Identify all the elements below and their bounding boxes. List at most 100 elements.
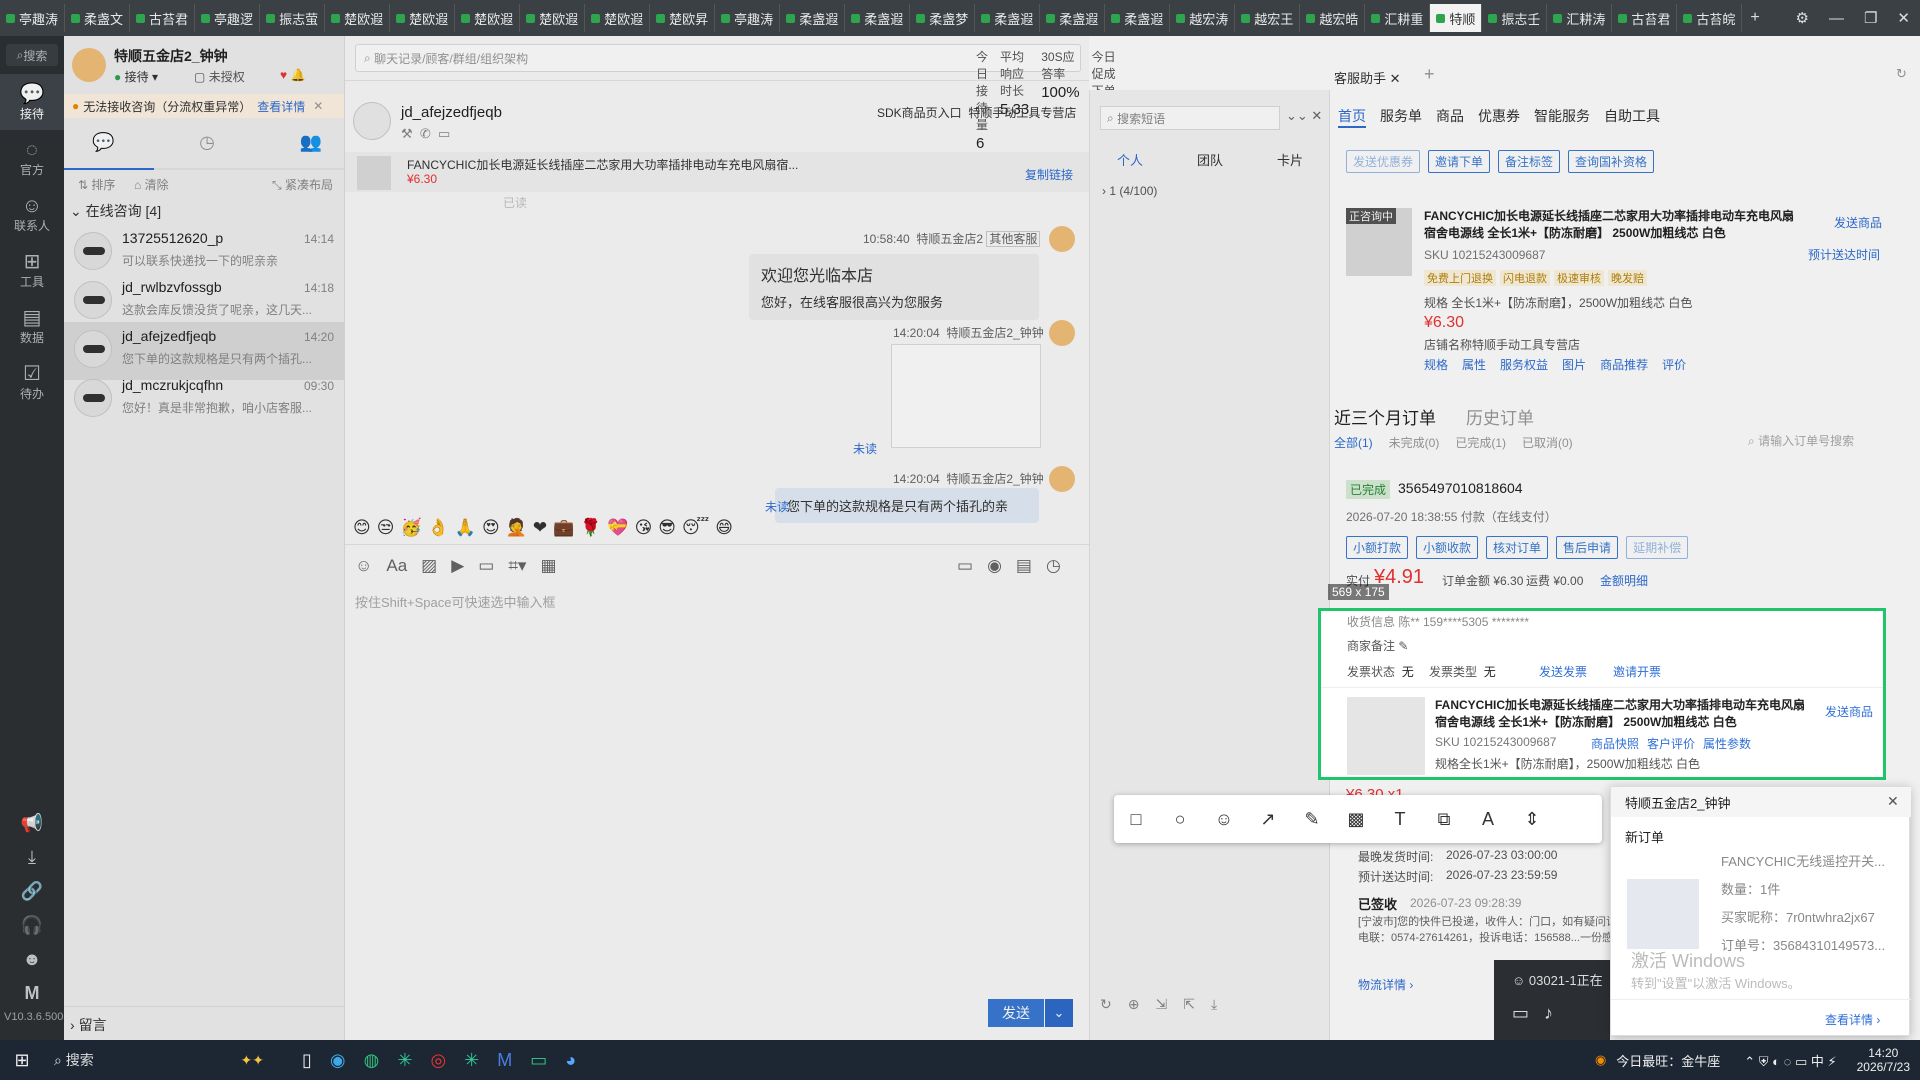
send-invoice-link[interactable]: 发送发票: [1539, 663, 1587, 680]
export-icon[interactable]: ⇱: [1183, 996, 1195, 1013]
taskbar-search[interactable]: ⌕ 搜索 ✦✦: [44, 1040, 274, 1080]
task-view-icon[interactable]: ▯: [302, 1050, 312, 1071]
image-icon[interactable]: ▨: [421, 556, 437, 576]
auth-status[interactable]: ▢ 未授权: [194, 68, 245, 85]
nav-item-data[interactable]: ▤ 数据: [0, 298, 64, 354]
emoji-icon[interactable]: ☺: [1202, 809, 1246, 830]
settings-icon[interactable]: ⚙: [1796, 9, 1809, 27]
assistant-nav-4[interactable]: 智能服务: [1534, 106, 1590, 128]
tab-card[interactable]: 卡片: [1277, 150, 1303, 169]
invite-invoice-link[interactable]: 邀请开票: [1613, 663, 1661, 680]
note-icon[interactable]: ▭: [438, 126, 450, 141]
import-icon[interactable]: ⇲: [1155, 996, 1167, 1013]
window-tab[interactable]: 特顺: [1430, 4, 1483, 32]
close-icon[interactable]: ✕: [1887, 793, 1899, 810]
copy-link-button[interactable]: 复制链接: [1025, 166, 1073, 183]
product-link[interactable]: 图片: [1562, 356, 1586, 373]
screenshot-selection[interactable]: 收货信息 陈** 159****5305 ******** 商家备注 ✎ 发票状…: [1318, 608, 1886, 780]
mosaic-icon[interactable]: ▩: [1334, 809, 1378, 830]
warning-detail-link[interactable]: 查看详情: [257, 98, 305, 115]
phrase-search-input[interactable]: ⌕ 搜索短语: [1100, 106, 1280, 130]
send-button[interactable]: 发送: [988, 999, 1044, 1027]
restore-icon[interactable]: ❐: [1864, 9, 1877, 27]
window-tab[interactable]: 柔盏梦: [910, 4, 976, 32]
clear-button[interactable]: ⌂ 清除: [134, 176, 169, 193]
window-tab[interactable]: 楚欧遐: [455, 4, 521, 32]
window-tab[interactable]: 越宏王: [1235, 4, 1301, 32]
assistant-action-button[interactable]: 邀请下单: [1428, 150, 1491, 173]
scroll-capture-icon[interactable]: ⇕: [1510, 809, 1554, 830]
send-product-button[interactable]: 发送商品: [1834, 214, 1882, 231]
window-tab[interactable]: 楚欧遐: [325, 4, 391, 32]
order-product-link[interactable]: 属性参数: [1703, 735, 1751, 752]
camera-icon[interactable]: ◉: [987, 556, 1002, 576]
folder-icon[interactable]: ▭: [478, 556, 494, 576]
new-tab-icon[interactable]: +: [1742, 9, 1767, 27]
order-product-link[interactable]: 客户评价: [1647, 735, 1695, 752]
window-tab[interactable]: 楚欧遐: [390, 4, 456, 32]
assistant-action-button[interactable]: 备注标签: [1498, 150, 1561, 173]
window-tab[interactable]: 亭趣逻: [195, 4, 261, 32]
window-tab[interactable]: 越宏涛: [1170, 4, 1236, 32]
window-tab[interactable]: 柔盏文: [65, 4, 131, 32]
compact-layout-button[interactable]: ⤡ 紧凑布局: [272, 176, 333, 193]
app-m-icon[interactable]: M: [497, 1050, 512, 1071]
order-action-button[interactable]: 售后申请: [1556, 536, 1619, 559]
table-icon[interactable]: ▦: [540, 556, 556, 576]
leave-message-group[interactable]: › 留言: [64, 1006, 344, 1043]
history-orders-tab[interactable]: 历史订单: [1466, 404, 1534, 429]
status-select[interactable]: ● 接待 ▾: [114, 68, 158, 85]
nav-item-tools[interactable]: ⊞ 工具: [0, 242, 64, 298]
refresh-icon[interactable]: ↻: [1100, 996, 1112, 1013]
chat-app-icon[interactable]: ▭: [530, 1050, 547, 1071]
close-warning-icon[interactable]: ✕: [313, 99, 323, 113]
order-filter[interactable]: 全部(1): [1334, 434, 1373, 451]
assistant-nav-2[interactable]: 商品: [1436, 106, 1464, 128]
online-group-header[interactable]: ⌄ 在线咨询 [4]: [70, 201, 161, 221]
megaphone-icon[interactable]: 📢: [0, 806, 64, 840]
close-icon[interactable]: ✕: [1897, 9, 1910, 27]
window-tab[interactable]: 古苔皖: [1677, 4, 1743, 32]
app-red-icon[interactable]: ◎: [430, 1050, 446, 1071]
nav-search[interactable]: ⌕ 搜索: [6, 44, 58, 66]
chat-icon[interactable]: ▭: [1512, 1003, 1529, 1023]
assistant-nav-5[interactable]: 自助工具: [1604, 106, 1660, 128]
message-input[interactable]: 按住Shift+Space可快速选中输入框: [355, 592, 555, 611]
nav-item-reception[interactable]: 💬 接待: [0, 74, 64, 130]
order-filter[interactable]: 已取消(0): [1522, 434, 1573, 451]
window-tab[interactable]: 汇耕涛: [1547, 4, 1613, 32]
order-action-button[interactable]: 核对订单: [1486, 536, 1549, 559]
nav-item-todo[interactable]: ☑ 待办: [0, 354, 64, 410]
assistant-action-button[interactable]: 发送优惠券: [1346, 150, 1421, 173]
product-link[interactable]: 服务权益: [1500, 356, 1548, 373]
taskbar-clock[interactable]: 14:20 2026/7/23: [1857, 1046, 1910, 1074]
collapse-icon[interactable]: ⌄⌄ ✕: [1286, 108, 1322, 124]
doc-icon[interactable]: ▭: [957, 556, 973, 576]
window-tab[interactable]: 柔盏遐: [975, 4, 1041, 32]
link-icon[interactable]: 🔗: [0, 874, 64, 908]
comment-icon[interactable]: ▤: [1016, 556, 1032, 576]
emoji-bar[interactable]: 😊😒🥳👌🙏😍🤦❤💼🌹💝😘😎😴😄: [353, 518, 739, 538]
refresh-icon[interactable]: ↻: [1896, 66, 1907, 82]
window-tab[interactable]: 越宏皓: [1300, 4, 1366, 32]
jd-app-icon[interactable]: ◕: [565, 1050, 576, 1071]
window-tab[interactable]: 楚欧遐: [585, 4, 651, 32]
screenshot-image[interactable]: [891, 344, 1041, 448]
font-icon[interactable]: Aa: [386, 556, 407, 576]
crop-icon[interactable]: ⌗▾: [508, 556, 526, 576]
group-tab-icon[interactable]: 👥: [300, 132, 322, 153]
text-icon[interactable]: T: [1378, 809, 1422, 830]
order-filter[interactable]: 未完成(0): [1389, 434, 1440, 451]
ocr-icon[interactable]: A: [1466, 809, 1510, 830]
chat-tab-icon[interactable]: 💬: [92, 132, 114, 153]
phone-icon[interactable]: ✆: [420, 126, 431, 141]
window-tab[interactable]: 楚欧昇: [650, 4, 716, 32]
nav-item-contacts[interactable]: ☺ 联系人: [0, 186, 64, 242]
assistant-tab[interactable]: 客服助手 ✕: [1334, 68, 1401, 87]
emoji-icon[interactable]: ☺: [355, 556, 372, 576]
estimate-link[interactable]: 预计送达时间: [1808, 246, 1880, 263]
order-action-button[interactable]: 小额收款: [1416, 536, 1479, 559]
arrow-icon[interactable]: ↗: [1246, 809, 1290, 830]
window-tab[interactable]: 柔盏遐: [1105, 4, 1171, 32]
window-tab[interactable]: 古苔君: [130, 4, 196, 32]
